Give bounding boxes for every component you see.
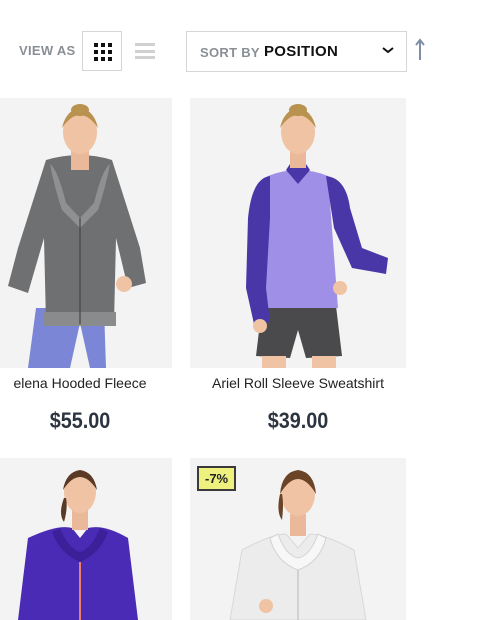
- sort-direction-button[interactable]: [413, 38, 427, 62]
- list-icon: [135, 43, 155, 59]
- sort-by-select[interactable]: SORT BY POSITION: [186, 31, 407, 72]
- product-card[interactable]: Ariel Roll Sleeve Sweatshirt $39.00: [190, 98, 406, 438]
- product-price: $39.00: [267, 408, 329, 433]
- grid-view-button[interactable]: [82, 31, 122, 71]
- product-image[interactable]: [0, 458, 172, 620]
- view-as-label: VIEW AS: [19, 43, 76, 58]
- product-card[interactable]: elena Hooded Fleece $55.00: [0, 98, 172, 438]
- grid-icon: [94, 43, 112, 61]
- product-image[interactable]: [0, 98, 172, 368]
- sort-by-label: SORT BY: [200, 45, 260, 60]
- product-name[interactable]: elena Hooded Fleece: [0, 375, 172, 391]
- arrow-up-icon: [415, 38, 425, 60]
- chevron-down-icon: [382, 47, 394, 54]
- product-price: $55.00: [49, 408, 111, 433]
- list-view-button[interactable]: [126, 31, 166, 71]
- sort-by-value: POSITION: [264, 43, 339, 60]
- product-name[interactable]: Ariel Roll Sleeve Sweatshirt: [190, 375, 406, 391]
- product-card[interactable]: [0, 458, 172, 620]
- discount-badge: -7%: [197, 466, 237, 491]
- product-card[interactable]: -7%: [190, 458, 406, 620]
- product-image[interactable]: [190, 98, 406, 368]
